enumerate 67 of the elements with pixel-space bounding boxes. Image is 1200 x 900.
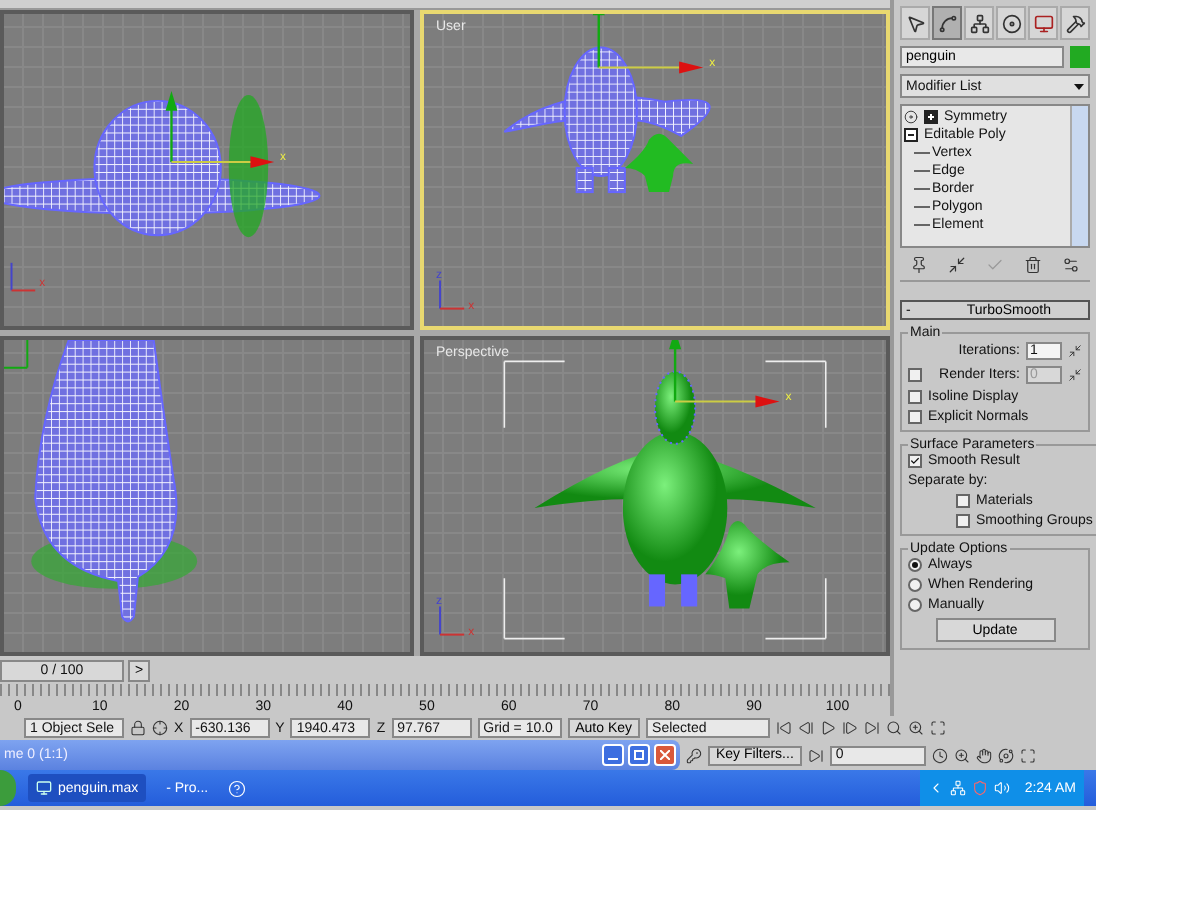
checkbox[interactable] bbox=[908, 454, 922, 468]
maximize-button[interactable] bbox=[628, 744, 650, 766]
time-config-icon bbox=[931, 747, 948, 763]
panel-tab[interactable] bbox=[900, 6, 930, 40]
panel-tab[interactable] bbox=[996, 6, 1026, 40]
lock-icon bbox=[130, 720, 146, 736]
skip-forward-icon bbox=[864, 720, 881, 736]
curve-icon bbox=[937, 13, 957, 33]
pan-icon bbox=[975, 747, 992, 763]
close-icon bbox=[660, 750, 670, 760]
checkbox[interactable] bbox=[908, 390, 922, 404]
skip-back-icon bbox=[776, 720, 793, 736]
move-gizmo-icon[interactable] bbox=[669, 340, 780, 408]
minimize-button[interactable] bbox=[602, 744, 624, 766]
radio-button[interactable] bbox=[908, 598, 922, 612]
move-gizmo-icon[interactable] bbox=[165, 91, 275, 169]
radio-button[interactable] bbox=[908, 558, 922, 572]
hammer-icon bbox=[1065, 13, 1085, 33]
panel-tab[interactable] bbox=[964, 6, 994, 40]
penguin-silhouette-drawing bbox=[705, 521, 790, 609]
axis-tripod-icon bbox=[10, 261, 37, 292]
caret-icon bbox=[1072, 79, 1086, 93]
axis-tripod-icon bbox=[439, 606, 465, 636]
disc-icon bbox=[1001, 13, 1021, 33]
window-icon bbox=[36, 780, 52, 796]
volume-icon bbox=[994, 780, 1011, 796]
move-gizmo-icon[interactable] bbox=[592, 14, 704, 74]
start-button[interactable] bbox=[0, 770, 16, 806]
symmetry-plane-drawing bbox=[228, 94, 269, 238]
scrollbar[interactable] bbox=[1070, 106, 1088, 246]
zoom-icon bbox=[886, 720, 903, 736]
pin-icon bbox=[910, 256, 928, 274]
settings-icon bbox=[1062, 256, 1080, 274]
trash-icon bbox=[1024, 256, 1042, 274]
cursor-icon bbox=[905, 13, 925, 33]
hierarchy-icon bbox=[969, 13, 989, 33]
help-icon bbox=[228, 779, 247, 797]
checkbox[interactable] bbox=[956, 494, 970, 508]
orbit-icon bbox=[997, 747, 1014, 763]
frame-icon bbox=[807, 747, 824, 763]
viewport[interactable] bbox=[0, 336, 414, 656]
expand-box-icon[interactable] bbox=[924, 110, 938, 124]
play-icon bbox=[820, 720, 837, 736]
crosshair-icon bbox=[152, 720, 168, 736]
checkbox[interactable] bbox=[908, 410, 922, 424]
monitor-icon bbox=[1033, 13, 1053, 33]
maximize-icon bbox=[930, 720, 947, 736]
network-icon bbox=[950, 780, 967, 796]
panel-tab[interactable] bbox=[1060, 6, 1090, 40]
step-forward-icon bbox=[842, 720, 859, 736]
close-button[interactable] bbox=[654, 744, 676, 766]
expand-box-icon[interactable] bbox=[904, 128, 918, 142]
zoom-region-icon bbox=[953, 747, 970, 763]
panel-tab[interactable] bbox=[932, 6, 962, 40]
radio-button[interactable] bbox=[908, 578, 922, 592]
checkbox[interactable] bbox=[956, 514, 970, 528]
axis-tripod-icon bbox=[439, 280, 465, 310]
maximize-icon bbox=[1019, 747, 1036, 763]
zoom-all-icon bbox=[908, 720, 925, 736]
shield-icon bbox=[972, 780, 989, 796]
check-icon bbox=[986, 256, 1004, 274]
color-swatch[interactable] bbox=[1070, 46, 1090, 68]
maximize-icon bbox=[634, 750, 644, 760]
panel-tab[interactable] bbox=[1028, 6, 1058, 40]
step-back-icon bbox=[798, 720, 815, 736]
key-icon bbox=[686, 747, 702, 763]
penguin-silhouette-drawing bbox=[624, 133, 694, 193]
